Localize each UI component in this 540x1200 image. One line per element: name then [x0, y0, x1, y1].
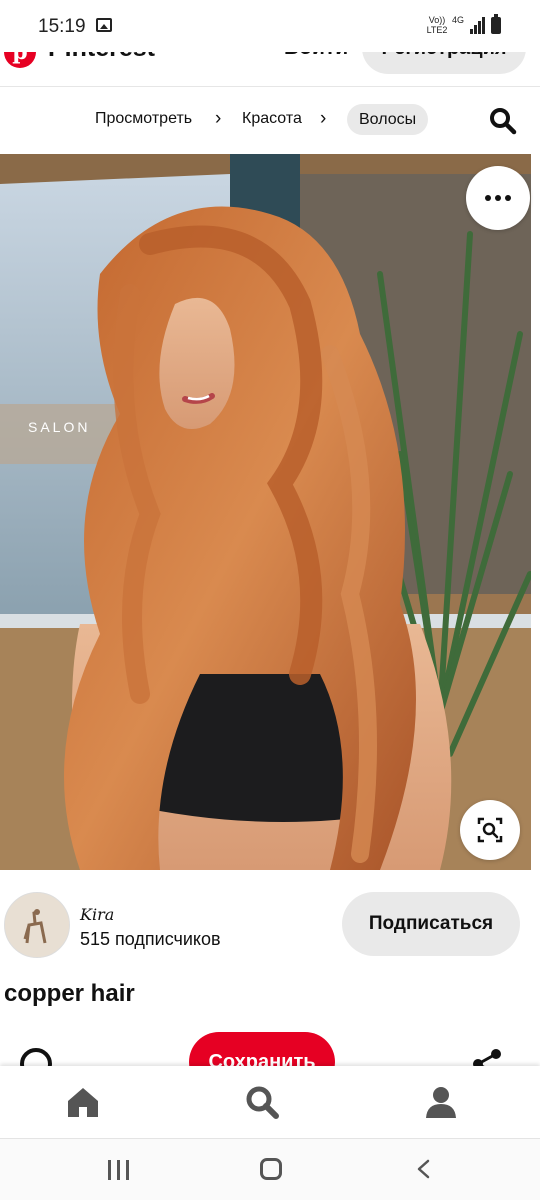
search-icon[interactable]	[489, 107, 517, 135]
avatar[interactable]	[4, 892, 70, 958]
back-icon[interactable]	[414, 1159, 434, 1179]
status-bar: 15:19 Vo)) LTE2 4G	[0, 0, 540, 52]
author-name[interactable]: Kira	[80, 905, 114, 924]
system-home-icon[interactable]	[260, 1158, 282, 1180]
gallery-notification-icon	[96, 18, 112, 32]
pin-image[interactable]: SALON	[0, 154, 531, 870]
breadcrumb-item-hair[interactable]: Волосы	[347, 104, 429, 135]
system-nav-bar	[0, 1138, 540, 1200]
recent-apps-icon[interactable]	[108, 1160, 132, 1180]
visual-search-icon	[477, 817, 503, 843]
breadcrumb-item-browse[interactable]: Просмотреть	[95, 110, 192, 128]
status-time: 15:19	[38, 16, 86, 37]
signal-icon	[470, 17, 486, 34]
more-options-button[interactable]	[466, 166, 530, 230]
follower-count: 515 подписчиков	[80, 929, 221, 949]
network-4g-indicator: 4G	[452, 15, 465, 25]
search-icon[interactable]	[244, 1084, 280, 1120]
breadcrumb: Просмотреть › Красота › Волосы	[0, 100, 540, 140]
salon-text: SALON	[28, 419, 90, 435]
pin-photo: SALON	[0, 154, 531, 870]
pin-action-row: Сохранить	[0, 1030, 540, 1070]
deer-avatar-icon	[5, 893, 69, 957]
follow-button[interactable]: Подписаться	[342, 892, 520, 956]
visual-search-button[interactable]	[460, 800, 520, 860]
breadcrumb-item-beauty[interactable]: Красота	[242, 110, 302, 128]
header-divider	[0, 86, 540, 87]
home-icon[interactable]	[65, 1084, 101, 1120]
battery-icon	[491, 14, 501, 34]
profile-icon[interactable]	[423, 1084, 459, 1120]
bottom-nav	[0, 1066, 540, 1138]
save-button[interactable]: Сохранить	[189, 1032, 335, 1070]
volte-indicator: Vo)) LTE2	[426, 15, 448, 35]
chevron-right-icon: ›	[320, 108, 327, 129]
chevron-right-icon: ›	[215, 108, 222, 129]
pin-title: copper hair	[4, 980, 135, 1007]
